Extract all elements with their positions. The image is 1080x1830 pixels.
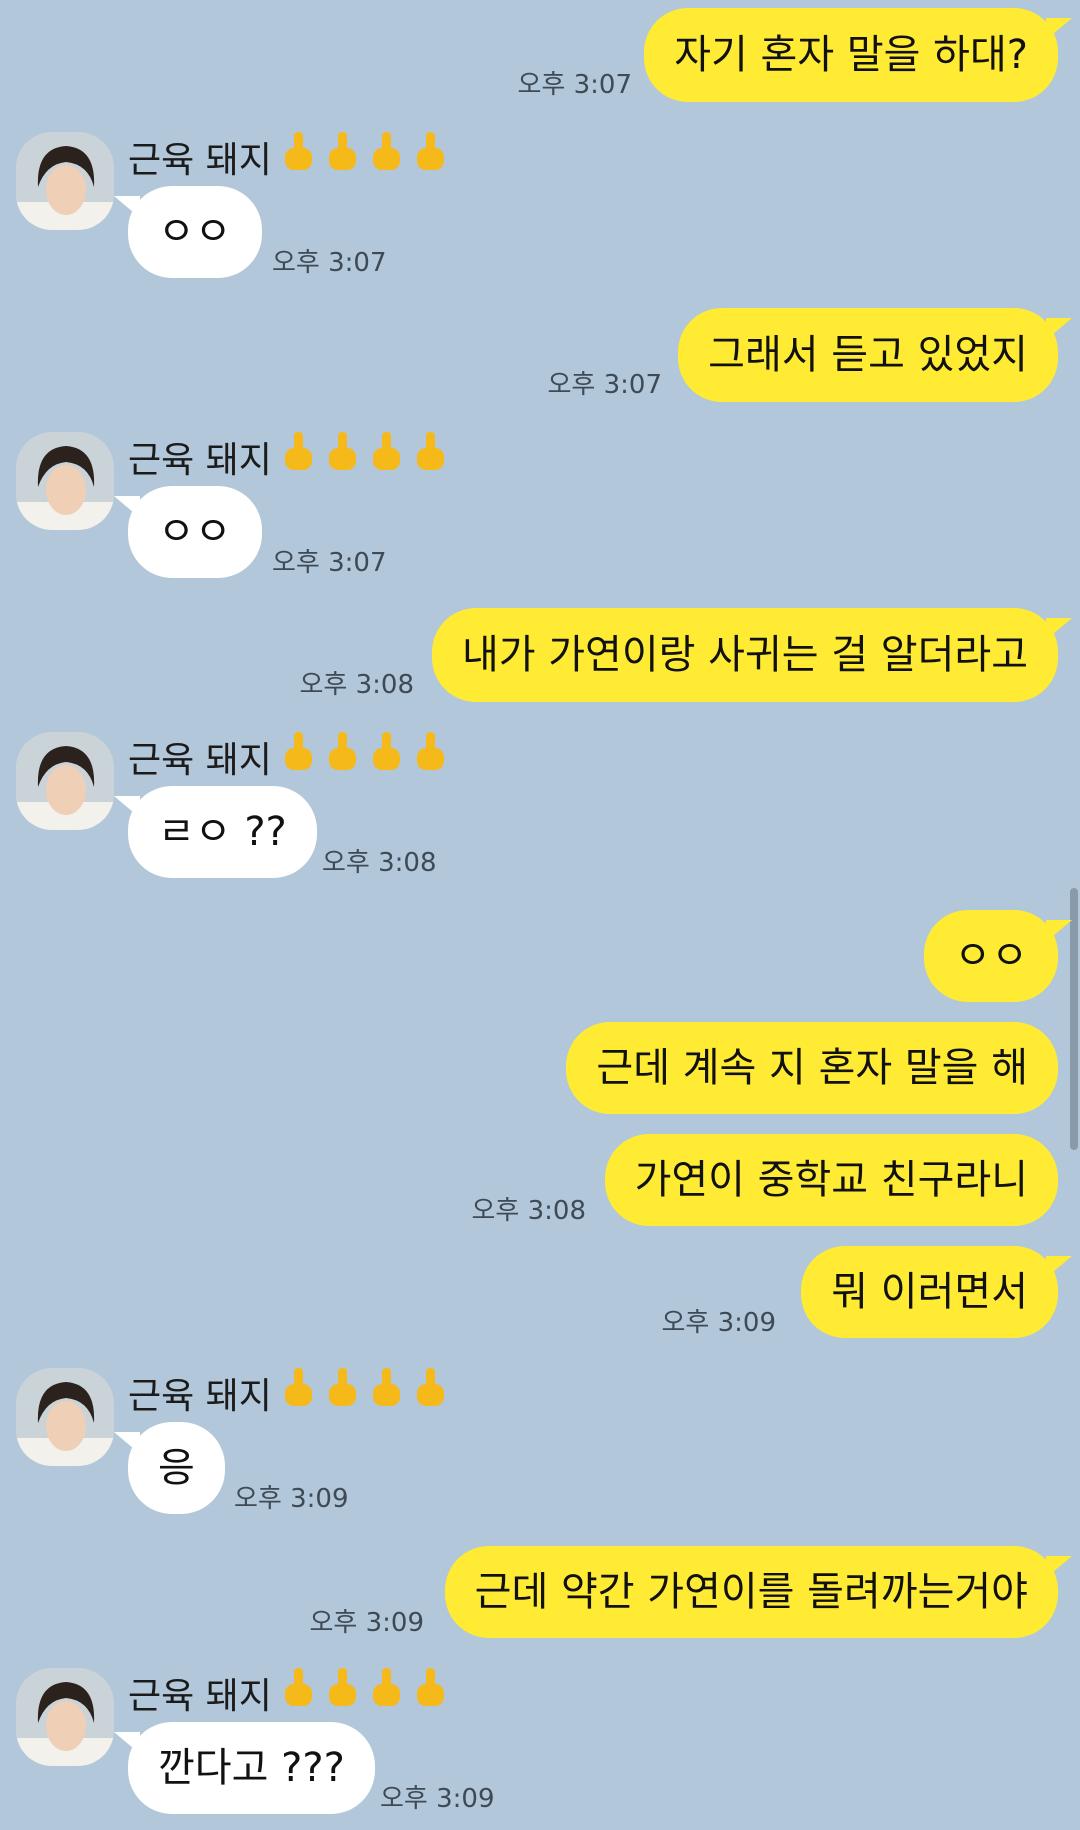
message-bubble-received[interactable]: 깐다고 ??? xyxy=(114,1722,375,1814)
message-bubble-sent[interactable]: 자기 혼자 말을 하대? xyxy=(644,8,1072,102)
middle-finger-icon xyxy=(280,730,316,783)
middle-finger-icon xyxy=(412,730,448,783)
message-text: 가연이 중학교 친구라니 xyxy=(634,1157,1028,1203)
bubble-tail xyxy=(1046,618,1072,640)
message-text: ㅇㅇ xyxy=(158,509,232,555)
bubble-tail xyxy=(1046,1256,1072,1278)
bubble-tail xyxy=(114,496,140,518)
middle-finger-icon xyxy=(412,1366,448,1419)
bubble-tail xyxy=(114,796,140,818)
message-time: 오후 3:09 xyxy=(380,1784,495,1814)
bubble-tail xyxy=(114,1432,140,1454)
message-bubble-sent[interactable]: ㅇㅇ xyxy=(924,910,1072,1002)
middle-finger-icon xyxy=(324,130,360,183)
middle-finger-icon xyxy=(368,1366,404,1419)
message-text: ㅇㅇ xyxy=(954,933,1028,979)
bubble-tail xyxy=(1046,318,1072,340)
message-text: 응 xyxy=(158,1445,195,1491)
avatar[interactable] xyxy=(16,732,114,830)
message-time: 오후 3:09 xyxy=(661,1308,777,1338)
message-text: 깐다고 ??? xyxy=(158,1745,345,1791)
bubble-tail xyxy=(114,196,140,218)
message-text: 뭐 이러면서 xyxy=(831,1269,1028,1315)
message-time: 오후 3:07 xyxy=(272,548,387,578)
sender-name: 근육 돼지 xyxy=(128,130,448,183)
sender-name: 근육 돼지 xyxy=(128,730,448,783)
message-text: 근데 약간 가연이를 돌려까는거야 xyxy=(474,1569,1028,1615)
bubble-tail xyxy=(1046,1556,1072,1578)
message-bubble-sent[interactable]: 그래서 듣고 있었지 xyxy=(678,308,1072,402)
avatar[interactable] xyxy=(16,1368,114,1466)
middle-finger-icon xyxy=(324,730,360,783)
message-bubble-sent[interactable]: 가연이 중학교 친구라니 xyxy=(604,1134,1058,1226)
bubble-tail xyxy=(114,1732,140,1754)
message-bubble-received[interactable]: ㅇㅇ xyxy=(114,186,262,278)
message-text: 근데 계속 지 혼자 말을 해 xyxy=(596,1045,1028,1091)
message-time: 오후 3:08 xyxy=(471,1196,587,1226)
message-text: 자기 혼자 말을 하대? xyxy=(674,32,1028,78)
message-bubble-sent[interactable]: 근데 약간 가연이를 돌려까는거야 xyxy=(444,1546,1072,1638)
message-time: 오후 3:07 xyxy=(272,248,387,278)
bubble-tail xyxy=(1046,920,1072,942)
message-time: 오후 3:07 xyxy=(547,370,663,400)
message-text: ㄹㅇ ?? xyxy=(158,809,287,855)
middle-finger-icon xyxy=(412,130,448,183)
avatar[interactable] xyxy=(16,1668,114,1766)
middle-finger-icon xyxy=(280,130,316,183)
message-time: 오후 3:09 xyxy=(234,1484,349,1514)
message-text: 내가 가연이랑 사귀는 걸 알더라고 xyxy=(461,632,1028,678)
message-bubble-sent[interactable]: 근데 계속 지 혼자 말을 해 xyxy=(566,1022,1058,1114)
middle-finger-icon xyxy=(368,130,404,183)
bubble-tail xyxy=(1046,18,1072,40)
middle-finger-icon xyxy=(324,1666,360,1719)
middle-finger-icon xyxy=(324,430,360,483)
middle-finger-icon xyxy=(280,1666,316,1719)
middle-finger-icon xyxy=(412,1666,448,1719)
message-bubble-received[interactable]: ㅇㅇ xyxy=(114,486,262,578)
sender-name: 근육 돼지 xyxy=(128,1366,448,1419)
avatar[interactable] xyxy=(16,432,114,530)
message-time: 오후 3:07 xyxy=(517,70,633,100)
middle-finger-icon xyxy=(412,430,448,483)
message-bubble-sent[interactable]: 뭐 이러면서 xyxy=(801,1246,1072,1338)
sender-name: 근육 돼지 xyxy=(128,430,448,483)
avatar[interactable] xyxy=(16,132,114,230)
message-bubble-received[interactable]: 응 xyxy=(114,1422,225,1514)
message-text: 그래서 듣고 있었지 xyxy=(708,332,1028,378)
sender-name: 근육 돼지 xyxy=(128,1666,448,1719)
message-bubble-sent[interactable]: 내가 가연이랑 사귀는 걸 알더라고 xyxy=(431,608,1072,702)
message-time: 오후 3:08 xyxy=(322,848,437,878)
message-text: ㅇㅇ xyxy=(158,209,232,255)
message-time: 오후 3:09 xyxy=(309,1608,425,1638)
middle-finger-icon xyxy=(280,430,316,483)
middle-finger-icon xyxy=(280,1366,316,1419)
middle-finger-icon xyxy=(368,430,404,483)
message-time: 오후 3:08 xyxy=(299,670,415,700)
middle-finger-icon xyxy=(368,1666,404,1719)
message-bubble-received[interactable]: ㄹㅇ ?? xyxy=(114,786,317,878)
middle-finger-icon xyxy=(324,1366,360,1419)
middle-finger-icon xyxy=(368,730,404,783)
